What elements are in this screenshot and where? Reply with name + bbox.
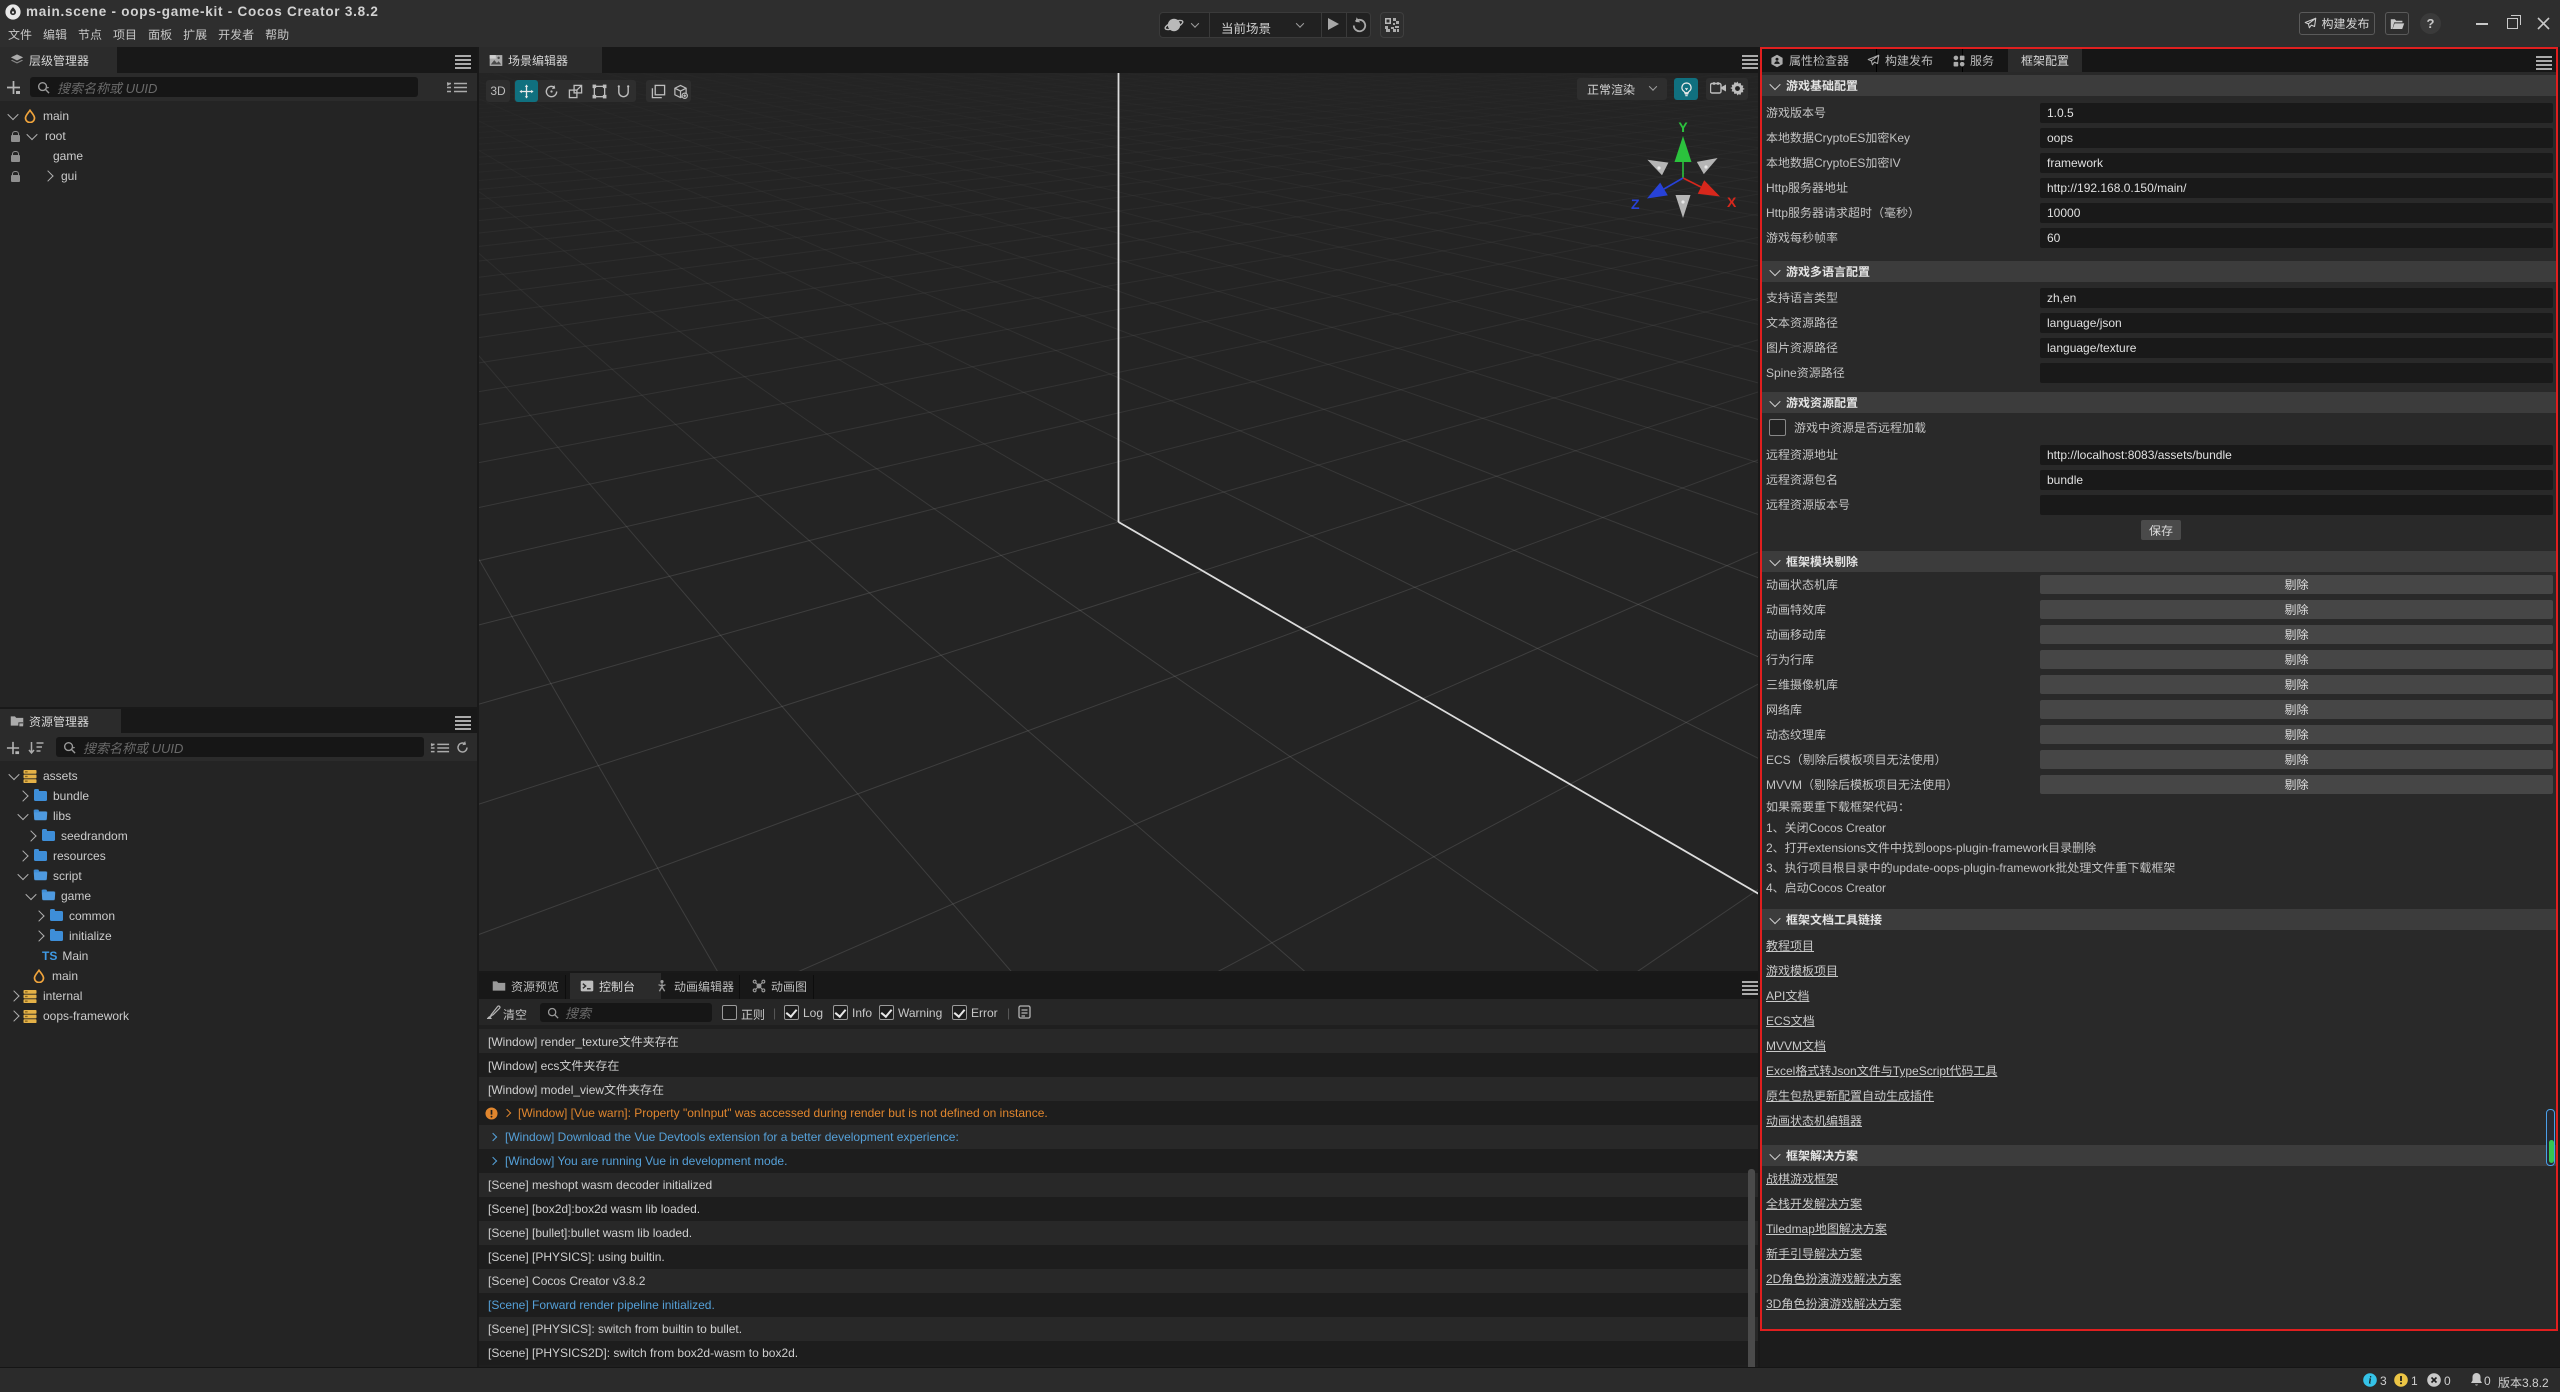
- svg-text:X: X: [1727, 194, 1737, 210]
- svg-text:Z: Z: [1631, 196, 1640, 212]
- svg-text:i: i: [2369, 1375, 2372, 1386]
- svg-text:Y: Y: [1678, 119, 1688, 135]
